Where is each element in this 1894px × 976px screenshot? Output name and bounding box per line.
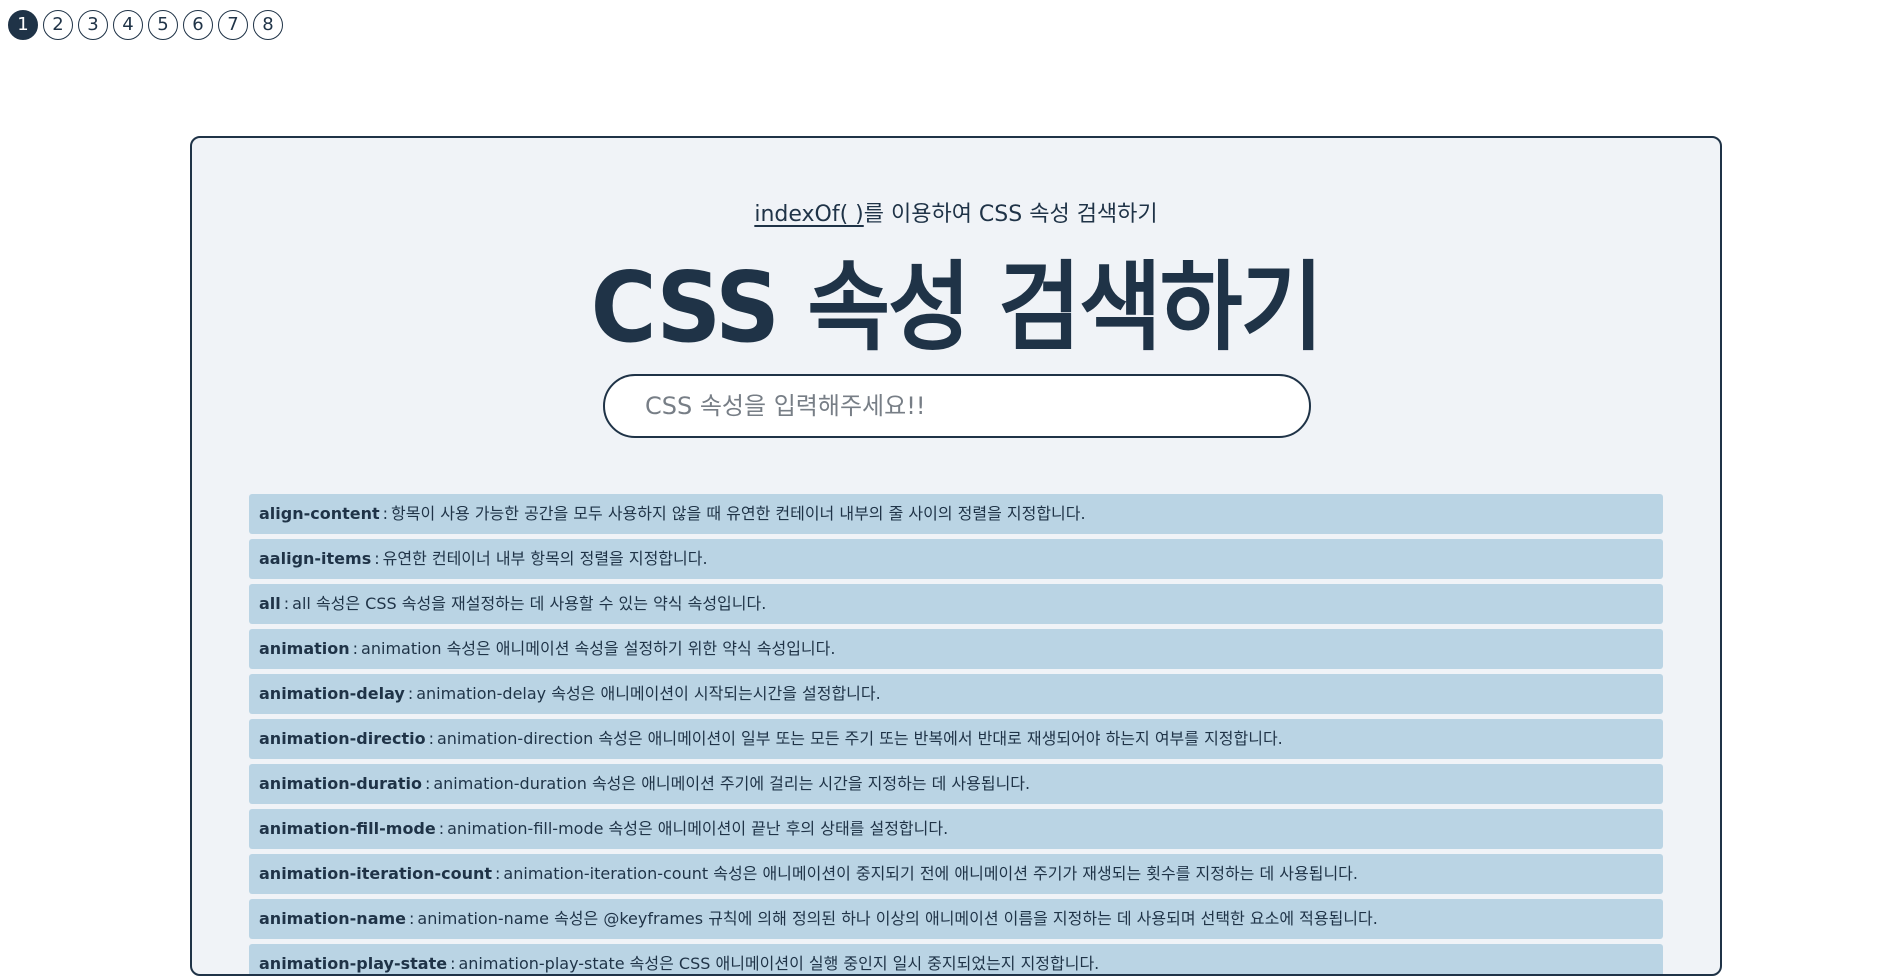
property-description: animation-play-state 속성은 CSS 애니메이션이 실행 중… bbox=[458, 954, 1100, 973]
property-name: animation-name bbox=[259, 909, 407, 928]
list-item: aalign-items: 유연한 컨테이너 내부 항목의 정렬을 지정합니다. bbox=[249, 539, 1663, 579]
list-item: animation-directio: animation-direction 속… bbox=[249, 719, 1663, 759]
property-description: animation-delay 속성은 애니메이션이 시작되는시간을 설정합니다… bbox=[416, 684, 881, 703]
list-item: animation: animation 속성은 애니메이션 속성을 설정하기 위… bbox=[249, 629, 1663, 669]
property-separator: : bbox=[283, 594, 290, 613]
page-title: CSS 속성 검색하기 bbox=[590, 251, 1324, 365]
page-button-4[interactable]: 4 bbox=[113, 10, 143, 40]
list-item: animation-fill-mode: animation-fill-mode … bbox=[249, 809, 1663, 849]
property-name: animation-fill-mode bbox=[259, 819, 436, 838]
property-separator: : bbox=[382, 504, 389, 523]
property-description: animation-iteration-count 속성은 애니메이션이 중지되… bbox=[503, 864, 1358, 883]
property-separator: : bbox=[428, 729, 434, 748]
property-separator: : bbox=[438, 819, 445, 838]
property-name: animation-delay bbox=[259, 684, 405, 703]
page-button-1[interactable]: 1 bbox=[8, 10, 38, 40]
property-description: animation-duration 속성은 애니메이션 주기에 걸리는 시간을… bbox=[433, 774, 1031, 793]
property-description: 유연한 컨테이너 내부 항목의 정렬을 지정합니다. bbox=[382, 549, 708, 568]
property-name: align-content bbox=[259, 504, 380, 523]
property-description: animation-direction 속성은 애니메이션이 일부 또는 모든 … bbox=[436, 729, 1283, 748]
page-button-6[interactable]: 6 bbox=[183, 10, 213, 40]
property-separator: : bbox=[424, 774, 431, 793]
property-name: animation bbox=[259, 639, 350, 658]
property-separator: : bbox=[407, 684, 414, 703]
search-card: indexOf( )를 이용하여 CSS 속성 검색하기 CSS 속성 검색하기… bbox=[190, 136, 1722, 976]
page-subtitle: indexOf( )를 이용하여 CSS 속성 검색하기 bbox=[192, 196, 1720, 228]
list-item: animation-duratio: animation-duration 속성은… bbox=[249, 764, 1663, 804]
search-box[interactable] bbox=[603, 374, 1311, 438]
list-item: animation-name: animation-name 속성은 @keyfr… bbox=[249, 899, 1663, 939]
list-item: all: all 속성은 CSS 속성을 재설정하는 데 사용할 수 있는 약식 … bbox=[249, 584, 1663, 624]
page-button-8[interactable]: 8 bbox=[253, 10, 283, 40]
page-button-5[interactable]: 5 bbox=[148, 10, 178, 40]
subtitle-text: 를 이용하여 CSS 속성 검색하기 bbox=[863, 202, 1158, 227]
list-item: animation-delay: animation-delay 속성은 애니메이… bbox=[249, 674, 1663, 714]
property-description: all 속성은 CSS 속성을 재설정하는 데 사용할 수 있는 약식 속성입니… bbox=[292, 594, 767, 613]
property-name: all bbox=[259, 594, 281, 613]
list-item: animation-play-state: animation-play-stat… bbox=[249, 944, 1663, 974]
property-list: align-content: 항목이 사용 가능한 공간을 모두 사용하지 않을 … bbox=[249, 494, 1663, 974]
search-input[interactable] bbox=[645, 392, 1269, 420]
property-description: 항목이 사용 가능한 공간을 모두 사용하지 않을 때 유연한 컨테이너 내부의… bbox=[391, 504, 1086, 523]
property-separator: : bbox=[352, 639, 359, 658]
page-button-7[interactable]: 7 bbox=[218, 10, 248, 40]
pagination: 12345678 bbox=[8, 10, 283, 40]
property-description: animation-fill-mode 속성은 애니메이션이 끝난 후의 상태를… bbox=[447, 819, 949, 838]
page-button-3[interactable]: 3 bbox=[78, 10, 108, 40]
property-name: animation-duratio bbox=[259, 774, 422, 793]
subtitle-code: indexOf( ) bbox=[754, 202, 864, 227]
property-description: animation 속성은 애니메이션 속성을 설정하기 위한 약식 속성입니다… bbox=[361, 639, 836, 658]
property-name: animation-directio bbox=[259, 729, 426, 748]
property-description: animation-name 속성은 @keyframes 규칙에 의해 정의된… bbox=[417, 909, 1378, 928]
property-separator: : bbox=[495, 864, 501, 883]
property-name: animation-play-state bbox=[259, 954, 448, 973]
property-separator: : bbox=[409, 909, 415, 928]
list-item: animation-iteration-count: animation-iter… bbox=[249, 854, 1663, 894]
property-separator: : bbox=[450, 954, 456, 973]
property-name: animation-iteration-count bbox=[259, 864, 493, 883]
property-name: aalign-items bbox=[259, 549, 372, 568]
page-button-2[interactable]: 2 bbox=[43, 10, 73, 40]
list-item: align-content: 항목이 사용 가능한 공간을 모두 사용하지 않을 … bbox=[249, 494, 1663, 534]
property-separator: : bbox=[374, 549, 380, 568]
